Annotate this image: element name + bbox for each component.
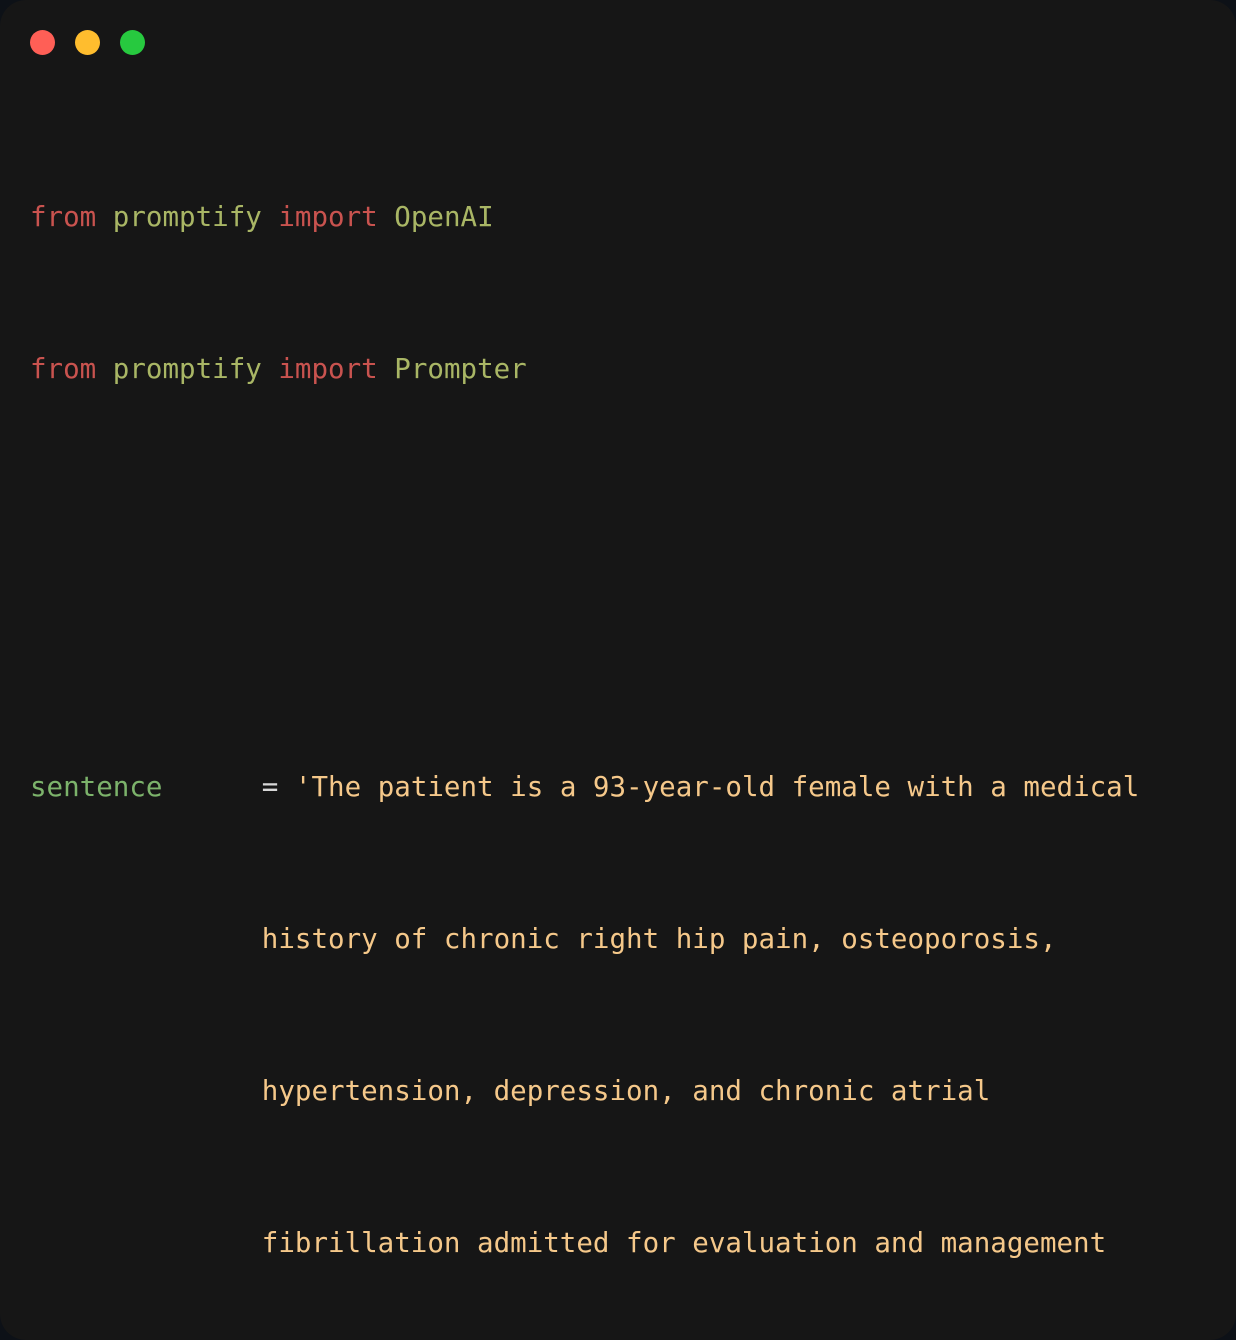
maximize-button-icon[interactable] xyxy=(120,29,145,55)
string-literal-part: hypertension, depression, and chronic at… xyxy=(245,1075,991,1107)
code-line-import-2: from promptify import Prompter xyxy=(30,350,1206,388)
code-line-import-1: from promptify import OpenAI xyxy=(30,198,1206,236)
keyword-from: from xyxy=(30,201,97,233)
code-line-sentence-1: sentence = 'The patient is a 93-year-old… xyxy=(30,768,1206,806)
keyword-import: import xyxy=(278,353,378,385)
window-titlebar xyxy=(0,0,1236,84)
minimize-button-icon[interactable] xyxy=(75,29,100,55)
code-line-sentence-3: hypertension, depression, and chronic at… xyxy=(30,1072,1206,1110)
code-content: from promptify import OpenAI from prompt… xyxy=(0,84,1236,1340)
code-line-sentence-2: history of chronic right hip pain, osteo… xyxy=(30,920,1206,958)
variable-sentence: sentence xyxy=(30,771,163,803)
module-name: promptify xyxy=(112,201,262,233)
import-target: OpenAI xyxy=(394,201,494,233)
keyword-import: import xyxy=(278,201,378,233)
import-target: Prompter xyxy=(394,353,527,385)
code-line-sentence-4: fibrillation admitted for evaluation and… xyxy=(30,1224,1206,1262)
module-name: promptify xyxy=(112,353,262,385)
assign-operator: = xyxy=(261,771,279,803)
string-literal-part: 'The patient is a 93-year-old female wit… xyxy=(294,771,1140,803)
code-window: from promptify import OpenAI from prompt… xyxy=(0,0,1236,1340)
close-button-icon[interactable] xyxy=(30,29,55,55)
string-literal-part: history of chronic right hip pain, osteo… xyxy=(245,923,1057,955)
string-literal-part: fibrillation admitted for evaluation and… xyxy=(245,1227,1107,1259)
keyword-from: from xyxy=(30,353,97,385)
